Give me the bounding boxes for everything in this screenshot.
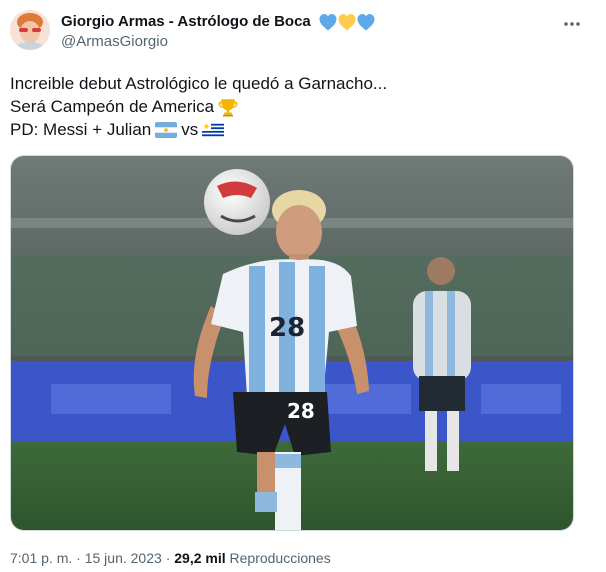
author-display-name[interactable]: Giorgio Armas - Astrólogo de Boca <box>61 12 311 32</box>
shorts-number: 28 <box>287 399 315 423</box>
football-player-photo: 28 28 <box>11 156 573 530</box>
author-name-row: Giorgio Armas - Astrólogo de Boca <box>61 12 375 32</box>
more-dots-icon <box>564 22 580 26</box>
meta-separator: · <box>165 550 171 566</box>
tweet-meta: 7:01 p. m. · 15 jun. 2023 · 29,2 mil Rep… <box>10 549 331 567</box>
tweet-card: Giorgio Armas - Astrólogo de Boca @Armas… <box>0 0 606 572</box>
blue-heart-icon <box>319 13 337 30</box>
views-count: 29,2 mil <box>174 550 226 566</box>
trophy-icon <box>218 98 238 116</box>
avatar-image <box>10 10 50 50</box>
blue-heart-icon <box>357 13 375 30</box>
yellow-heart-icon <box>338 13 356 30</box>
tweet-date[interactable]: 15 jun. 2023 <box>85 550 162 566</box>
uruguay-flag-icon <box>202 121 225 138</box>
views-label: Reproducciones <box>229 550 331 566</box>
tweet-line-1: Increible debut Astrológico le quedó a G… <box>10 74 388 93</box>
jersey-number: 28 <box>269 313 305 343</box>
meta-separator: · <box>76 550 81 566</box>
tweet-line-3-vs: vs <box>181 120 199 139</box>
avatar[interactable] <box>10 10 50 50</box>
author-handle[interactable]: @ArmasGiorgio <box>61 33 168 51</box>
more-options-button[interactable] <box>560 12 584 36</box>
tweet-line-2: Será Campeón de America <box>10 95 590 118</box>
name-emojis <box>319 13 375 31</box>
tweet-media-photo[interactable]: 28 28 <box>10 155 574 531</box>
tweet-text: Increible debut Astrológico le quedó a G… <box>10 72 590 141</box>
tweet-line-3: PD: Messi + Julian vs <box>10 118 590 141</box>
tweet-line-3-prefix: PD: Messi + Julian <box>10 120 152 139</box>
tweet-time[interactable]: 7:01 p. m. <box>10 550 72 566</box>
tweet-line-2-text: Será Campeón de America <box>10 97 215 116</box>
argentina-flag-icon <box>155 121 178 138</box>
